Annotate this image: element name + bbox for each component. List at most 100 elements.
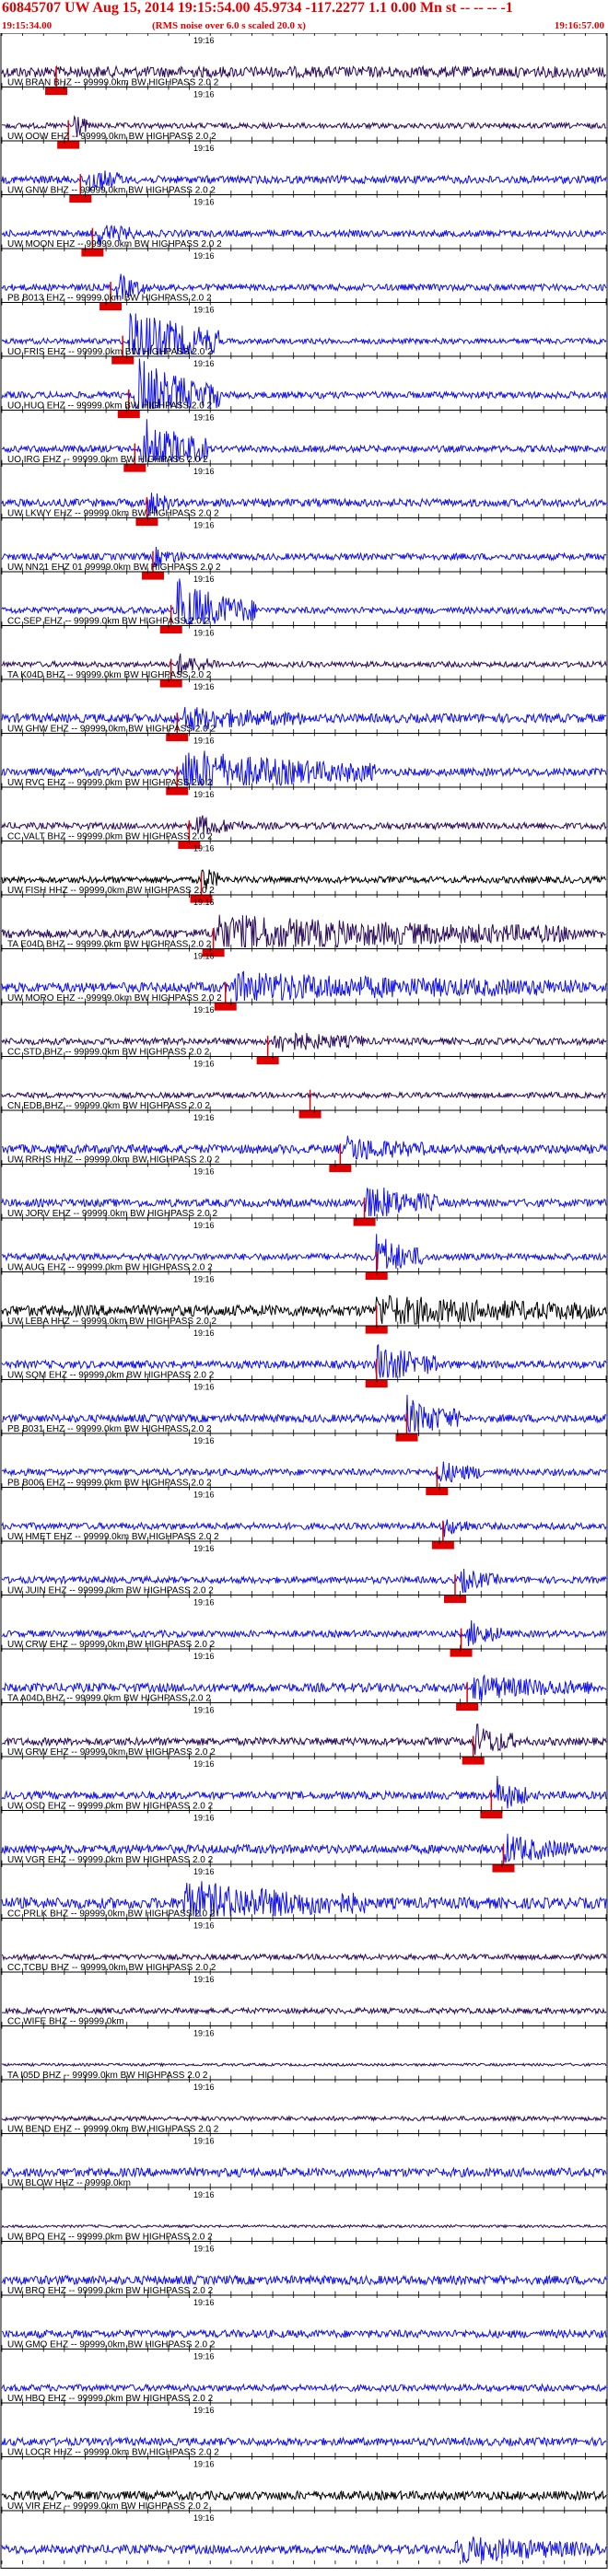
minute-label: 19:16 [193, 144, 215, 153]
minute-label: 19:16 [193, 2083, 215, 2092]
minute-label: 19:16 [193, 1867, 215, 1876]
minute-label: 19:16 [193, 1436, 215, 1445]
waveform [1, 2274, 607, 2286]
waveform [1, 2436, 607, 2448]
pick-marker [256, 1056, 279, 1065]
station-label: UW AUG EHZ -- 99999.0km BW HIGHPASS 2.0 … [7, 1263, 213, 1273]
minute-label: 19:16 [193, 737, 215, 746]
minute-label: 19:16 [193, 251, 215, 261]
station-label: TA A04D BHZ -- 99999.0km BW HIGHPASS 2.0… [7, 1694, 211, 1704]
waveform [1, 2006, 607, 2015]
seismogram-plot: 19:16 19:16 UW BRAN BHZ -- 99999.0km BW HI… [0, 33, 608, 2569]
minute-label: 19:16 [193, 1005, 215, 1015]
minute-label: 19:16 [193, 467, 215, 476]
station-label: CN EDB BHZ -- 99999.0km BW HIGHPASS 2.0 … [7, 1101, 210, 1111]
station-label: PB B013 EHZ -- 99999.0km BW HIGHPASS 2.0… [7, 294, 212, 304]
station-label: UW OSD EHZ -- 99999.0km BW HIGHPASS 2.0 … [7, 1802, 214, 1812]
minute-label: 19:16 [193, 1060, 215, 1069]
station-label: UW OOW EHZ -- 99999.0km BW HIGHPASS 2.0 … [7, 132, 216, 142]
minute-label: 19:16 [193, 2352, 215, 2361]
waveform [1, 64, 607, 79]
station-label: UO IRG EHZ -- 99999.0km BW HIGHPASS 2.0 … [7, 455, 208, 465]
station-label: UW NN21 EHZ 01 99999.0km BW HIGHPASS 2.0… [7, 563, 221, 573]
pick-marker [480, 1810, 503, 1819]
station-label: CC TCBU BHZ -- 99999.0km BW HIGHPASS 2.0… [7, 1963, 216, 1973]
minute-label: 19:16 [193, 1598, 215, 1607]
minute-label: 19:16 [193, 90, 215, 99]
station-label: UW GMO EHZ -- 99999.0km BW HIGHPASS 2.0 … [7, 2340, 216, 2350]
minute-label: 19:16 [193, 1167, 215, 1177]
pick-marker [431, 1540, 454, 1549]
pick-marker [365, 1379, 388, 1388]
station-label: UW LKWY EHZ -- 99999.0km BW HIGHPASS 2.0… [7, 509, 219, 519]
trace-row: 19:16UW VIR EHZ -- 99999.0km BW HIGHPASS… [1, 2501, 607, 2565]
minute-label: 19:16 [193, 952, 215, 961]
waveform [1, 2383, 607, 2393]
station-label: UW VGR EHZ -- 99999.0km BW HIGHPASS 2.0 … [7, 1855, 214, 1865]
minute-label: 19:16 [193, 2190, 215, 2199]
waveform [1, 2061, 607, 2068]
pick-marker [298, 1109, 322, 1119]
station-label: CC PRLK BHZ -- 99999.0km BW HIGHPASS 2.0… [7, 1909, 216, 1920]
pick-marker [353, 1217, 376, 1226]
minute-label: 19:16 [193, 682, 215, 691]
pick-marker [456, 1702, 479, 1712]
station-label: UW BEND EHZ -- 99999.0km BW HIGHPASS 2.0… [7, 2125, 219, 2135]
station-label: UO HUO EHZ -- 99999.0km BW HIGHPASS 2.0 … [7, 401, 213, 412]
station-label: CC VALT BHZ -- 99999.0km BW HIGHPASS 2.0… [7, 832, 213, 842]
waveform [1, 2328, 607, 2339]
pick-marker [450, 1648, 473, 1657]
waveform [1, 2536, 607, 2564]
minute-label: 19:16 [193, 2298, 215, 2307]
station-label: TA I05D BHZ -- 99999.0km BW HIGHPASS 2.0… [7, 2071, 208, 2081]
station-label: UW BRAN BHZ -- 99999.0km BW HIGHPASS 2.0… [7, 78, 219, 88]
station-label: UW MORO EHZ -- 99999.0km BW HIGHPASS 2.0… [7, 993, 222, 1004]
minute-label: 19:16 [193, 1329, 215, 1338]
station-label: UW LEBA HHZ -- 99999.0km BW HIGHPASS 2.0… [7, 1317, 217, 1327]
waveform [1, 1952, 607, 1962]
minute-label: 19:16 [193, 359, 215, 368]
station-label: TA K04D BHZ -- 99999.0km BW HIGHPASS 2.0… [7, 670, 212, 680]
minute-label: 19:16 [193, 2245, 215, 2254]
station-label: UW FISH HHZ -- 99999.0km BW HIGHPASS 2.0… [7, 886, 215, 896]
pick-marker [492, 1863, 515, 1873]
station-label: UW CRW EHZ -- 99999.0km BW HIGHPASS 2.0 … [7, 1640, 216, 1650]
pick-marker [426, 1487, 449, 1496]
minute-label: 19:16 [193, 844, 215, 853]
minute-label: 19:16 [193, 898, 215, 907]
station-label: CC SEP EHZ -- 99999.0km BW HIGHPASS 2.0 … [7, 617, 210, 627]
minute-label: 19:16 [193, 629, 215, 638]
minute-label: 19:16 [193, 2513, 215, 2523]
waveform [1, 2223, 607, 2229]
minute-label: 19:16 [193, 1814, 215, 1823]
minute-label: 19:16 [193, 306, 215, 315]
station-label: UW GHW EHZ -- 99999.0km BW HIGHPASS 2.0 … [7, 725, 216, 735]
minute-label: 19:16 [193, 2406, 215, 2415]
minute-label: 19:16 [193, 198, 215, 207]
station-label: UW BPO EHZ -- 99999.0km BW HIGHPASS 2.0 … [7, 2233, 213, 2243]
station-label: UW JUIN EHZ -- 99999.0km BW HIGHPASS 2.0… [7, 1586, 214, 1596]
minute-label: 19:16 [193, 2029, 215, 2038]
minute-label: 19:16 [193, 2137, 215, 2146]
pick-marker [329, 1164, 352, 1173]
station-label: UW JORV EHZ -- 99999.0km BW HIGHPASS 2.0… [7, 1209, 217, 1219]
waveform [1, 2489, 607, 2502]
station-label: UW SQM EHZ -- 99999.0km BW HIGHPASS 2.0 … [7, 1371, 215, 1381]
waveform [1, 2114, 607, 2123]
pick-marker [365, 1325, 388, 1334]
station-label: UW BRO EHZ -- 99999.0km BW HIGHPASS 2.0 … [7, 2286, 214, 2296]
waveform [1, 1090, 607, 1100]
minute-label: 19:16 [193, 1706, 215, 1715]
minute-label: 19:16 [193, 1975, 215, 1984]
minute-label: 19:16 [193, 1383, 215, 1392]
station-label: UW MOON EHZ -- 99999.0km BW HIGHPASS 2.0… [7, 239, 222, 249]
minute-label: 19:16 [193, 1652, 215, 1661]
station-label: PB B031 EHZ -- 99999.0km BW HIGHPASS 2.0… [7, 1424, 212, 1434]
waveform [1, 2165, 607, 2179]
station-label: UW BLOW HHZ -- 99999.0km [7, 2178, 131, 2188]
station-label: UW VIR EHZ -- 99999.0km BW HIGHPASS 2.0 … [7, 2501, 209, 2512]
minute-label: 19:16 [193, 521, 215, 530]
minute-label: 19:16 [193, 1759, 215, 1769]
minute-label: 19:16 [193, 1921, 215, 1931]
station-label: CC WIFE BHZ -- 99999.0km [7, 2017, 124, 2027]
